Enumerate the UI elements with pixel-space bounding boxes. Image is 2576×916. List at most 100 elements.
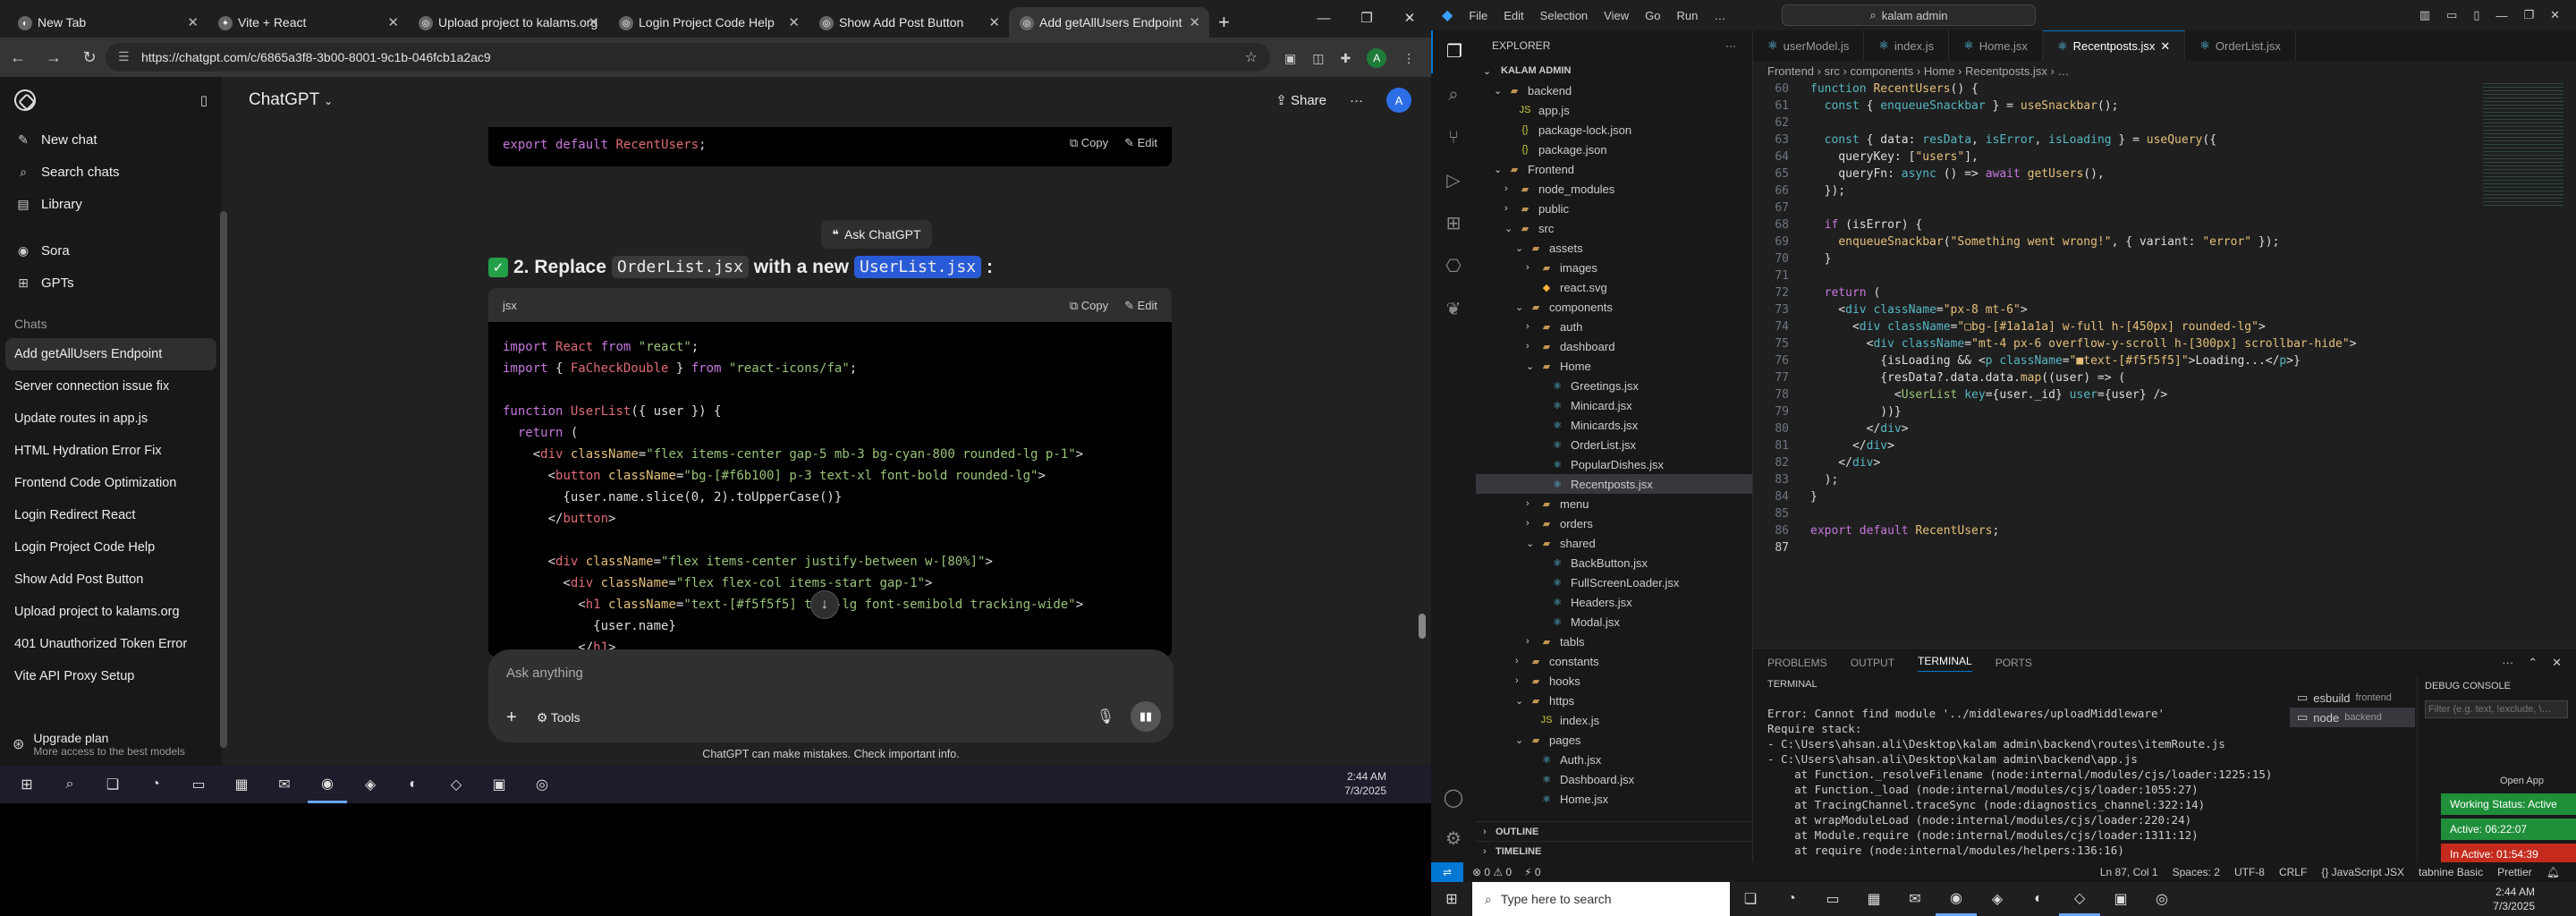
menu-item[interactable]: Selection (1540, 9, 1588, 22)
prompt-input[interactable] (506, 666, 1132, 681)
settings-gear-icon[interactable]: ⚙ (1431, 818, 1476, 861)
language-mode[interactable]: {} JavaScript JSX (2321, 866, 2404, 878)
timeline-section[interactable]: › TIMELINE (1476, 841, 1752, 861)
ask-chatgpt-popup[interactable]: ❝ Ask ChatGPT (821, 220, 932, 249)
sidebar-icon[interactable]: ▯ (2473, 8, 2479, 22)
menu-item[interactable]: … (1714, 9, 1725, 22)
tree-file[interactable]: {} package.json (1476, 140, 1752, 159)
sidebar-chat-item[interactable]: Upload project to kalams.org (0, 596, 222, 628)
chrome-icon[interactable]: ◉ (1936, 882, 1977, 916)
sidebar-chat-item[interactable]: Show Add Post Button (0, 564, 222, 596)
zoom-icon[interactable]: ▣ (479, 766, 519, 803)
explorer-icon[interactable]: ❐ (1431, 30, 1476, 73)
close-tab-icon[interactable]: ✕ (2160, 39, 2170, 54)
editor-tab[interactable]: ⚛ index.js (1864, 30, 1950, 61)
tree-file[interactable]: ⚛ Greetings.jsx (1476, 376, 1752, 395)
zoom-icon[interactable]: ▣ (2100, 882, 2141, 916)
chrome-icon[interactable]: ◉ (308, 766, 347, 803)
close-panel-icon[interactable]: ✕ (2552, 656, 2562, 670)
tree-file[interactable]: JS index.js (1476, 710, 1752, 730)
prettier-status[interactable]: Prettier (2497, 866, 2532, 878)
bell-icon[interactable]: 🔔︎ (2546, 866, 2560, 878)
editor-tab[interactable]: ⚛ Home.jsx (1949, 30, 2043, 61)
menu-item[interactable]: Edit (1504, 9, 1523, 22)
tree-folder[interactable]: ⌄ ▰ pages (1476, 730, 1752, 750)
tree-file[interactable]: ⚛ Dashboard.jsx (1476, 769, 1752, 789)
sidebar-sora[interactable]: ◉ Sora (0, 234, 222, 267)
browser-tab[interactable]: ◎ Show Add Post Button ✕ (809, 7, 1009, 38)
run-debug-icon[interactable]: ▷ (1431, 159, 1476, 202)
edit-button[interactable]: ✎ Edit (1124, 299, 1157, 313)
site-info-icon[interactable]: ☰ (118, 49, 130, 64)
main-scrollbar[interactable] (1419, 614, 1426, 639)
close-icon[interactable]: ✕ (2550, 8, 2560, 22)
tree-file[interactable]: ⚛ Minicard.jsx (1476, 395, 1752, 415)
sidebar-library[interactable]: ▤ Library (0, 188, 222, 220)
browser-tab[interactable]: ◐ New Tab ✕ (7, 7, 208, 38)
line-ending[interactable]: CRLF (2279, 866, 2307, 878)
sidebar-chat-item[interactable]: Login Project Code Help (0, 531, 222, 564)
tree-folder[interactable]: ⌄ ▰ Frontend (1476, 159, 1752, 179)
close-tab-icon[interactable]: ✕ (988, 14, 1000, 30)
taskbar-clock[interactable]: 2:44 AM 7/3/2025 (2493, 885, 2535, 913)
menu-item[interactable]: Run (1676, 9, 1698, 22)
minimap[interactable] (2483, 81, 2563, 206)
tree-folder[interactable]: › ▰ node_modules (1476, 179, 1752, 199)
panel-icon[interactable]: ▭ (2446, 8, 2457, 22)
search-icon[interactable]: ⌕ (50, 766, 89, 803)
tree-folder[interactable]: ⌄ ▰ backend (1476, 81, 1752, 100)
more-icon[interactable]: ··· (1725, 39, 1736, 52)
menu-item[interactable]: Go (1645, 9, 1660, 22)
breadcrumb[interactable]: Frontend › src › components › Home › Rec… (1753, 61, 2576, 81)
sidebar-chat-item[interactable]: Login Redirect React (0, 499, 222, 531)
editor-tab[interactable]: ⚛ OrderList.jsx (2185, 30, 2296, 61)
tree-file[interactable]: ⚛ OrderList.jsx (1476, 435, 1752, 454)
tree-folder[interactable]: ⌄ ▰ components (1476, 297, 1752, 317)
command-center[interactable]: ⌕ kalam admin (1782, 4, 2036, 26)
sidebar-chat-item[interactable]: Vite API Proxy Setup (0, 660, 222, 692)
sidebar-chat-item[interactable]: HTML Hydration Error Fix (0, 435, 222, 467)
tree-folder[interactable]: › ▰ menu (1476, 494, 1752, 513)
forward-icon[interactable]: → (36, 48, 72, 67)
minimize-icon[interactable]: — (2496, 9, 2507, 22)
menu-dots-icon[interactable]: ⋮ (1402, 51, 1415, 66)
tree-file[interactable]: JS app.js (1476, 100, 1752, 120)
code-editor[interactable]: 60 function RecentUsers() { 61 const { en… (1753, 81, 2487, 556)
tools-button[interactable]: ⚙ Tools (537, 710, 580, 725)
microphone-icon[interactable]: 🎙︎ (1097, 708, 1114, 725)
tree-folder[interactable]: ⌄ KALAM ADMIN (1476, 61, 1752, 81)
postman-icon[interactable]: ◎ (2141, 882, 2182, 916)
address-bar[interactable]: ☰ https://chatgpt.com/c/6865a3f8-3b00-80… (106, 43, 1270, 72)
panel-tab-problems[interactable]: PROBLEMS (1767, 657, 1827, 669)
browser-tab[interactable]: ◎ Login Project Code Help ✕ (608, 7, 809, 38)
indent-setting[interactable]: Spaces: 2 (2173, 866, 2220, 878)
tree-file[interactable]: {} package-lock.json (1476, 120, 1752, 140)
bookmark-star-icon[interactable]: ☆ (1245, 48, 1258, 66)
sidebar-new-chat[interactable]: ✎ New chat (0, 123, 222, 156)
sidebar-chat-item[interactable]: 401 Unauthorized Token Error (0, 628, 222, 660)
edit-button[interactable]: ✎ Edit (1124, 136, 1157, 150)
task-view-icon[interactable]: ❏ (93, 766, 132, 803)
model-selector[interactable]: ChatGPT ⌄ (249, 90, 333, 110)
tree-file[interactable]: ⚛ Recentposts.jsx (1476, 474, 1752, 494)
file-explorer-icon[interactable]: ▭ (179, 766, 218, 803)
start-icon[interactable]: ⊞ (7, 766, 47, 803)
close-tab-icon[interactable]: ✕ (788, 14, 800, 30)
problems-count[interactable]: ⊗ 0 ⚠ 0 (1472, 866, 1512, 878)
tabnine-status[interactable]: tabnine Basic (2419, 866, 2483, 878)
remote-indicator-icon[interactable]: ⇌ (1431, 862, 1463, 882)
browser-tab[interactable]: ◎ Add getAllUsers Endpoint ✕ (1009, 7, 1209, 38)
encoding[interactable]: UTF-8 (2234, 866, 2265, 878)
edge-icon[interactable]: ◔ (1771, 882, 1812, 916)
tree-file[interactable]: ⚛ PopularDishes.jsx (1476, 454, 1752, 474)
app-icon[interactable]: ◐ (394, 766, 433, 803)
app-icon[interactable]: ◐ (2018, 882, 2059, 916)
editor-tab[interactable]: ⚛ userModel.js (1753, 30, 1865, 61)
menu-item[interactable]: View (1604, 9, 1629, 22)
sidebar-scrollbar[interactable] (220, 211, 227, 748)
sidebar-gpts[interactable]: ⊞ GPTs (0, 267, 222, 299)
copy-button[interactable]: ⧉ Copy (1070, 136, 1108, 150)
tree-folder[interactable]: › ▰ public (1476, 199, 1752, 218)
tree-file[interactable]: ⚛ Modal.jsx (1476, 612, 1752, 632)
debug-filter-input[interactable] (2425, 700, 2568, 718)
